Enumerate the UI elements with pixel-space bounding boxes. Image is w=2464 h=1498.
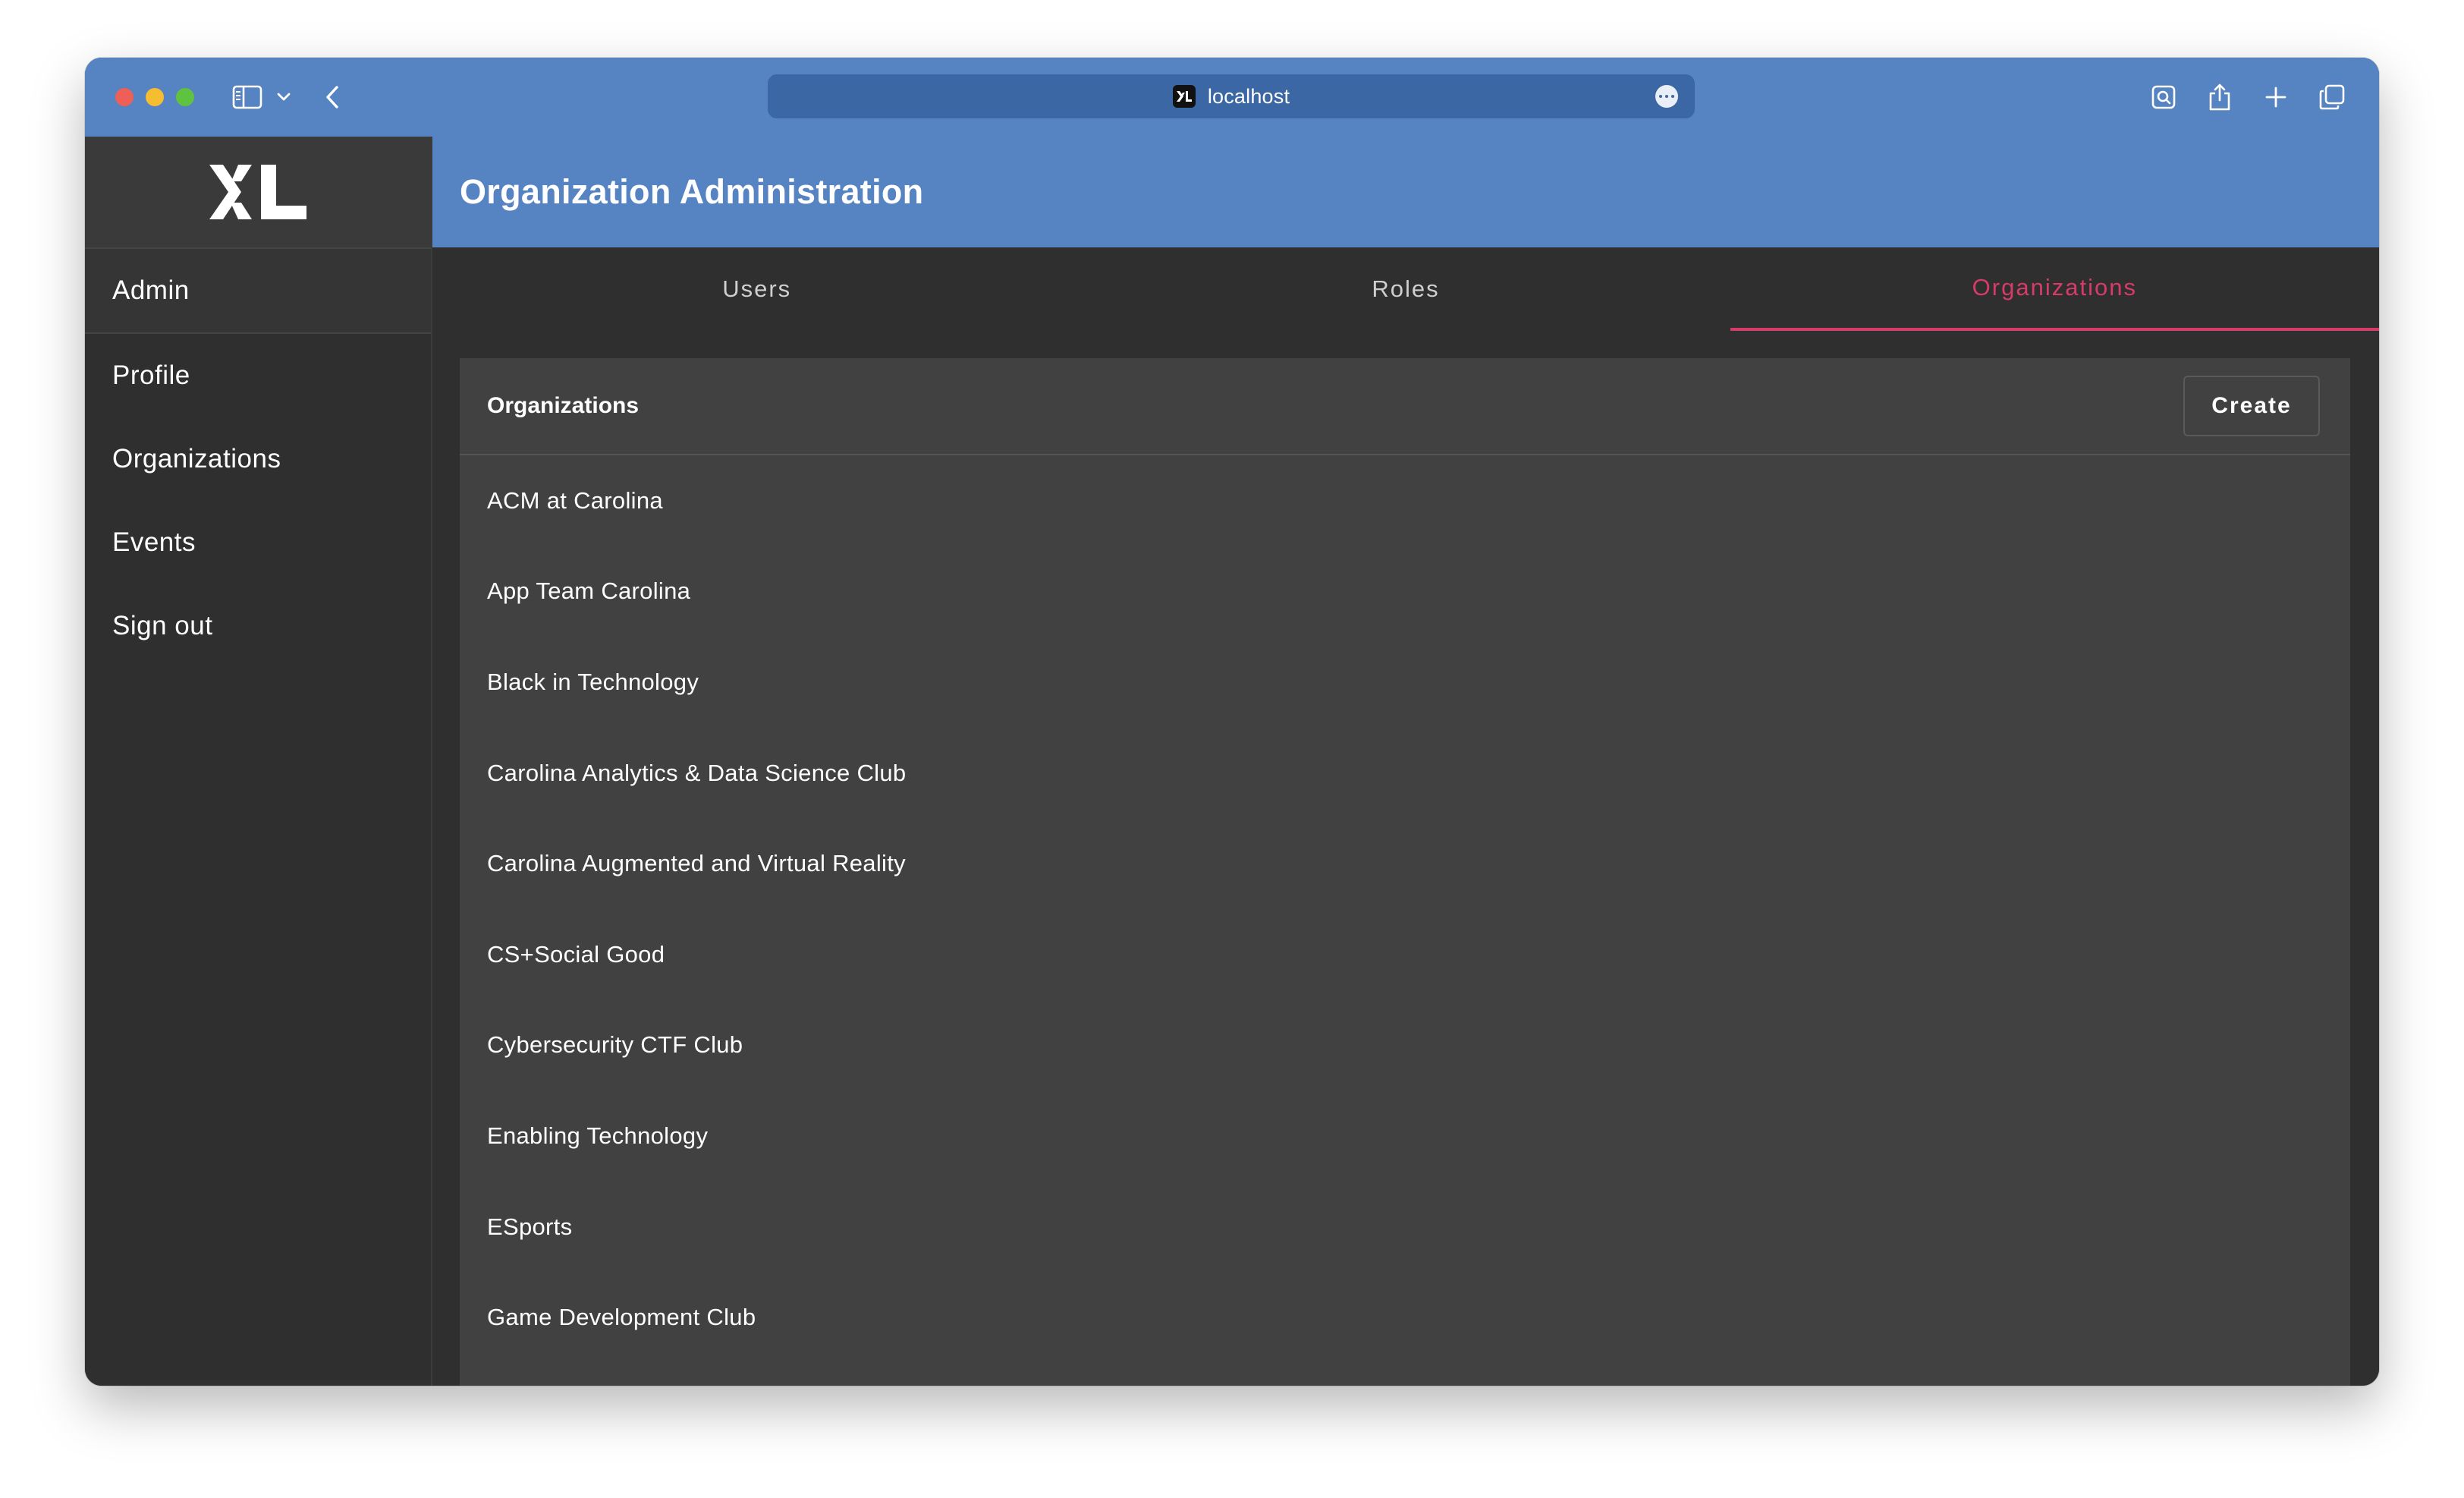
list-item[interactable]: App Team Carolina	[460, 546, 2350, 637]
plus-icon[interactable]	[2259, 80, 2293, 114]
address-bar[interactable]: localhost	[768, 74, 1695, 118]
page-title: Organization Administration	[460, 172, 924, 211]
list-item[interactable]: Carolina Analytics & Data Science Club	[460, 728, 2350, 819]
ellipsis-icon[interactable]	[1655, 85, 1678, 108]
tab-users[interactable]: Users	[432, 247, 1081, 331]
list-item[interactable]: ESports	[460, 1182, 2350, 1273]
list-item[interactable]: Cybersecurity CTF Club	[460, 1000, 2350, 1091]
url-text: localhost	[1207, 84, 1290, 108]
share-icon[interactable]	[2203, 80, 2236, 114]
tabs-overview-icon[interactable]	[2315, 80, 2349, 114]
main-content: Organization Administration Users Roles …	[432, 137, 2379, 1386]
xl-logo[interactable]	[85, 137, 431, 249]
organization-list: ACM at Carolina App Team Carolina Black …	[460, 455, 2350, 1363]
card-header: Organizations Create	[460, 358, 2350, 455]
close-window-button[interactable]	[115, 88, 134, 106]
chevron-left-icon[interactable]	[319, 82, 346, 112]
app-sidebar: Admin Profile Organizations Events Sign …	[85, 137, 432, 1386]
minimize-window-button[interactable]	[146, 88, 164, 106]
maximize-window-button[interactable]	[176, 88, 194, 106]
sidebar-icon[interactable]	[229, 80, 266, 114]
admin-tabs: Users Roles Organizations	[432, 247, 2379, 331]
tab-roles[interactable]: Roles	[1081, 247, 1730, 331]
sidebar-item-profile[interactable]: Profile	[85, 334, 431, 417]
card-title: Organizations	[487, 393, 640, 418]
sidebar-item-sign-out[interactable]: Sign out	[85, 584, 431, 668]
create-button[interactable]: Create	[2183, 376, 2320, 436]
organizations-card: Organizations Create ACM at Carolina App…	[460, 358, 2350, 1386]
xl-logo-icon	[209, 165, 306, 219]
sidebar-item-organizations[interactable]: Organizations	[85, 417, 431, 501]
tab-organizations[interactable]: Organizations	[1730, 247, 2379, 331]
site-favicon-icon	[1172, 85, 1196, 108]
list-item[interactable]: Carolina Augmented and Virtual Reality	[460, 818, 2350, 909]
reader-icon[interactable]	[2147, 80, 2180, 114]
list-item[interactable]: Enabling Technology	[460, 1090, 2350, 1182]
list-item[interactable]: Black in Technology	[460, 637, 2350, 728]
chevron-down-icon[interactable]	[273, 85, 294, 109]
sidebar-item-admin[interactable]: Admin	[85, 249, 431, 334]
browser-titlebar: localhost	[85, 58, 2379, 137]
list-item[interactable]: CS+Social Good	[460, 909, 2350, 1000]
browser-window: localhost Admin Profile Organizations Ev…	[85, 58, 2379, 1386]
list-item[interactable]: Game Development Club	[460, 1272, 2350, 1363]
sidebar-item-events[interactable]: Events	[85, 501, 431, 584]
page-header: Organization Administration	[432, 137, 2379, 247]
list-item[interactable]: ACM at Carolina	[460, 455, 2350, 546]
